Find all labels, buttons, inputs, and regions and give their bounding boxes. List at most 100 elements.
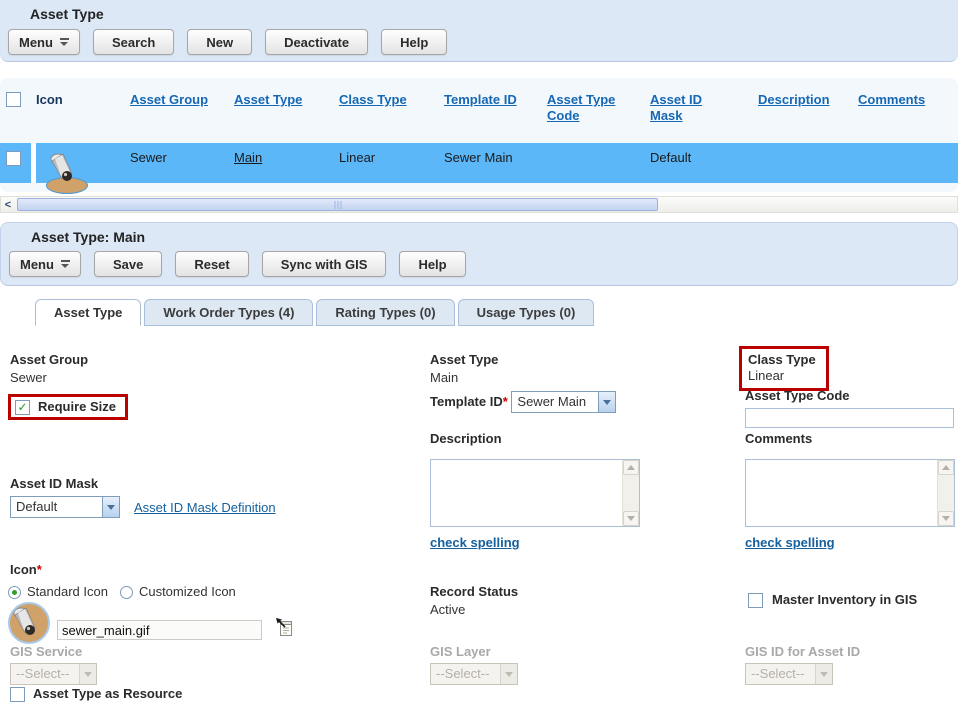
record-status-label: Record Status	[430, 584, 518, 600]
column-header-asset-id-mask[interactable]: Asset ID Mask	[650, 92, 712, 124]
select-arrow-button[interactable]	[102, 497, 119, 517]
scrollbar-track[interactable]	[15, 197, 957, 212]
sync-with-gis-button[interactable]: Sync with GIS	[262, 251, 387, 277]
chevron-left-icon: <	[5, 199, 11, 211]
gis-layer-select: --Select--	[430, 663, 518, 685]
column-header-template-id[interactable]: Template ID	[444, 92, 517, 108]
textarea-scrollbar	[937, 460, 954, 526]
column-header-class-type[interactable]: Class Type	[339, 92, 407, 108]
row-checkbox[interactable]	[6, 151, 21, 166]
select-arrow-button	[815, 664, 832, 684]
customized-icon-label: Customized Icon	[139, 584, 236, 600]
detail-help-button[interactable]: Help	[399, 251, 465, 277]
scrollbar-thumb[interactable]	[17, 198, 658, 211]
column-header-asset-type[interactable]: Asset Type	[234, 92, 302, 108]
sewer-main-icon	[8, 602, 50, 644]
chevron-down-icon	[505, 672, 513, 677]
tab-rating-types[interactable]: Rating Types (0)	[316, 299, 454, 326]
annotation-require-size: Require Size	[8, 394, 128, 420]
column-header-description[interactable]: Description	[758, 92, 830, 108]
horizontal-scrollbar[interactable]: <	[0, 196, 958, 213]
column-header-comments[interactable]: Comments	[858, 92, 925, 108]
tab-usage-types[interactable]: Usage Types (0)	[458, 299, 595, 326]
gis-id-selected-value: --Select--	[746, 664, 815, 684]
master-inventory-in-gis-checkbox[interactable]	[748, 593, 763, 608]
icon-filename-input[interactable]	[57, 620, 262, 640]
asset-group-value: Sewer	[10, 370, 88, 386]
tab-asset-type[interactable]: Asset Type	[35, 299, 141, 326]
gis-layer-label: GIS Layer	[430, 644, 518, 660]
asset-type-form: Asset Group Sewer Require Size Asset ID …	[0, 326, 958, 708]
asset-id-mask-definition-link[interactable]: Asset ID Mask Definition	[134, 500, 276, 515]
scroll-left-button[interactable]: <	[1, 197, 15, 212]
description-textarea[interactable]	[430, 459, 640, 527]
browse-icon-button[interactable]	[275, 618, 294, 641]
row-cell-asset-group: Sewer	[130, 143, 234, 183]
asset-type-value: Main	[430, 370, 498, 386]
menu-button-label: Menu	[19, 35, 53, 50]
asset-type-code-input[interactable]	[745, 408, 954, 428]
grid-header-row: Icon Asset Group Asset Type Class Type T…	[0, 78, 958, 143]
chevron-down-icon	[942, 516, 950, 521]
reset-button[interactable]: Reset	[175, 251, 248, 277]
comments-textarea[interactable]	[745, 459, 955, 527]
template-id-selected-value: Sewer Main	[512, 392, 598, 412]
menu-button[interactable]: Menu	[8, 29, 80, 55]
chevron-up-icon	[627, 465, 635, 470]
scroll-down-button[interactable]	[623, 511, 639, 526]
row-cell-comments	[858, 143, 958, 183]
menu-dropdown-icon	[60, 38, 69, 46]
comments-label: Comments	[745, 431, 955, 447]
scroll-up-button[interactable]	[623, 460, 639, 475]
gis-id-for-asset-id-select: --Select--	[745, 663, 833, 685]
save-button[interactable]: Save	[94, 251, 162, 277]
tab-work-order-types[interactable]: Work Order Types (4)	[144, 299, 313, 326]
new-button[interactable]: New	[187, 29, 252, 55]
require-size-label: Require Size	[38, 399, 116, 415]
row-cell-asset-type-code	[547, 143, 650, 183]
menu-dropdown-icon	[61, 260, 70, 268]
asset-id-mask-select[interactable]: Default	[10, 496, 120, 518]
description-check-spelling-link[interactable]: check spelling	[430, 535, 520, 550]
select-arrow-button	[79, 664, 96, 684]
icon-label: Icon	[10, 562, 37, 577]
customized-icon-radio[interactable]	[120, 586, 133, 599]
asset-type-code-label: Asset Type Code	[745, 388, 954, 404]
page-title: Asset Type	[30, 6, 104, 22]
required-asterisk: *	[503, 394, 508, 409]
comments-check-spelling-link[interactable]: check spelling	[745, 535, 835, 550]
select-arrow-button[interactable]	[598, 392, 615, 412]
column-header-asset-type-code[interactable]: Asset Type Code	[547, 92, 627, 124]
class-type-label: Class Type	[748, 352, 816, 368]
select-arrow-button	[500, 664, 517, 684]
list-toolbar: Menu Search New Deactivate Help	[8, 29, 447, 55]
deactivate-button[interactable]: Deactivate	[265, 29, 368, 55]
detail-tabs: Asset Type Work Order Types (4) Rating T…	[0, 299, 958, 326]
search-button[interactable]: Search	[93, 29, 174, 55]
file-open-icon	[275, 618, 294, 638]
standard-icon-radio[interactable]	[8, 586, 21, 599]
row-cell-template-id: Sewer Main	[444, 143, 547, 183]
asset-type-as-resource-label: Asset Type as Resource	[33, 686, 182, 702]
table-row-selected[interactable]: Sewer Main Linear Sewer Main Default	[0, 143, 958, 183]
row-cell-description	[758, 143, 858, 183]
detail-menu-button[interactable]: Menu	[9, 251, 81, 277]
chevron-down-icon	[603, 400, 611, 405]
required-asterisk: *	[37, 562, 42, 577]
help-button[interactable]: Help	[381, 29, 447, 55]
row-link-asset-type[interactable]: Main	[234, 150, 262, 165]
scroll-down-button[interactable]	[938, 511, 954, 526]
require-size-checkbox[interactable]	[15, 400, 30, 415]
annotation-class-type: Class Type Linear	[739, 346, 829, 391]
master-inventory-in-gis-label: Master Inventory in GIS	[772, 592, 917, 608]
template-id-select[interactable]: Sewer Main	[511, 391, 616, 413]
select-all-checkbox[interactable]	[6, 92, 21, 107]
scroll-up-button[interactable]	[938, 460, 954, 475]
asset-type-as-resource-checkbox[interactable]	[10, 687, 25, 702]
row-cell-class-type: Linear	[339, 143, 444, 183]
chevron-down-icon	[820, 672, 828, 677]
asset-id-mask-label: Asset ID Mask	[10, 476, 276, 492]
asset-type-label: Asset Type	[430, 352, 498, 368]
detail-menu-button-label: Menu	[20, 257, 54, 272]
column-header-asset-group[interactable]: Asset Group	[130, 92, 208, 108]
